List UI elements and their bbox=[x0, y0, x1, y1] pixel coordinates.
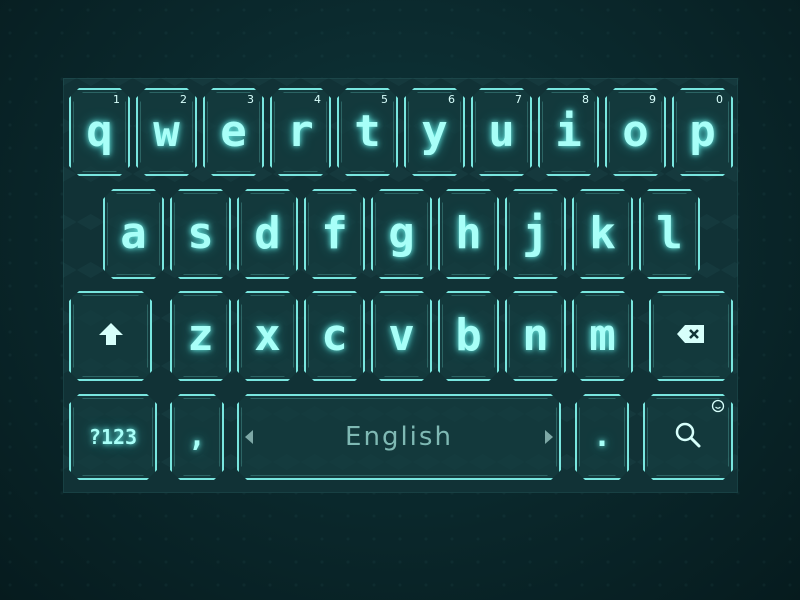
key-label: b bbox=[455, 310, 482, 361]
space-bar[interactable]: English bbox=[237, 394, 561, 480]
key-s[interactable]: s bbox=[170, 189, 231, 279]
key-j[interactable]: j bbox=[505, 189, 566, 279]
key-label: o bbox=[622, 106, 649, 157]
key-hint: 1 bbox=[113, 93, 120, 106]
key-label: e bbox=[220, 106, 247, 157]
key-label: s bbox=[187, 208, 214, 259]
key-label: a bbox=[120, 208, 147, 259]
key-i[interactable]: 8 i bbox=[538, 88, 599, 176]
key-label: m bbox=[589, 310, 616, 361]
cursor-right-icon bbox=[545, 430, 553, 444]
key-label: r bbox=[287, 106, 314, 157]
key-k[interactable]: k bbox=[572, 189, 633, 279]
search-key[interactable] bbox=[643, 394, 733, 480]
key-label: x bbox=[254, 310, 281, 361]
symbols-key[interactable]: ?123 bbox=[69, 394, 157, 480]
key-label: n bbox=[522, 310, 549, 361]
key-label: y bbox=[421, 106, 448, 157]
key-label: u bbox=[488, 106, 515, 157]
key-x[interactable]: x bbox=[237, 291, 298, 381]
key-p[interactable]: 0 p bbox=[672, 88, 733, 176]
shift-key[interactable] bbox=[69, 291, 152, 381]
key-r[interactable]: 4 r bbox=[270, 88, 331, 176]
comma-key[interactable]: , bbox=[170, 394, 224, 480]
key-label: i bbox=[555, 106, 582, 157]
key-label: f bbox=[321, 208, 348, 259]
key-label: h bbox=[455, 208, 482, 259]
space-label: English bbox=[345, 422, 453, 452]
key-f[interactable]: f bbox=[304, 189, 365, 279]
key-hint: 9 bbox=[649, 93, 656, 106]
key-label: w bbox=[153, 106, 180, 157]
key-label: q bbox=[86, 106, 113, 157]
comma-label: , bbox=[187, 419, 207, 454]
key-hint: 8 bbox=[582, 93, 589, 106]
key-hint: 2 bbox=[180, 93, 187, 106]
key-u[interactable]: 7 u bbox=[471, 88, 532, 176]
key-label: p bbox=[689, 106, 716, 157]
emoji-icon[interactable] bbox=[711, 398, 725, 417]
key-c[interactable]: c bbox=[304, 291, 365, 381]
keyboard: 1 q 2 w 3 e 4 r 5 t 6 y 7 u 8 i 9 o 0 p … bbox=[63, 78, 738, 493]
key-z[interactable]: z bbox=[170, 291, 231, 381]
backspace-key[interactable] bbox=[649, 291, 733, 381]
key-y[interactable]: 6 y bbox=[404, 88, 465, 176]
key-hint: 0 bbox=[716, 93, 723, 106]
period-label: . bbox=[592, 419, 612, 454]
cursor-left-icon bbox=[245, 430, 253, 444]
search-icon bbox=[674, 421, 702, 453]
key-hint: 7 bbox=[515, 93, 522, 106]
key-b[interactable]: b bbox=[438, 291, 499, 381]
key-label: j bbox=[522, 208, 549, 259]
key-label: d bbox=[254, 208, 281, 259]
key-e[interactable]: 3 e bbox=[203, 88, 264, 176]
key-label: z bbox=[187, 310, 214, 361]
key-h[interactable]: h bbox=[438, 189, 499, 279]
key-hint: 6 bbox=[448, 93, 455, 106]
key-label: t bbox=[354, 106, 381, 157]
key-label: l bbox=[656, 208, 683, 259]
key-o[interactable]: 9 o bbox=[605, 88, 666, 176]
key-hint: 5 bbox=[381, 93, 388, 106]
key-q[interactable]: 1 q bbox=[69, 88, 130, 176]
key-d[interactable]: d bbox=[237, 189, 298, 279]
key-l[interactable]: l bbox=[639, 189, 700, 279]
key-label: c bbox=[321, 310, 348, 361]
key-hint: 3 bbox=[247, 93, 254, 106]
key-t[interactable]: 5 t bbox=[337, 88, 398, 176]
key-v[interactable]: v bbox=[371, 291, 432, 381]
period-key[interactable]: . bbox=[575, 394, 629, 480]
key-a[interactable]: a bbox=[103, 189, 164, 279]
key-g[interactable]: g bbox=[371, 189, 432, 279]
key-label: k bbox=[589, 208, 616, 259]
symbols-label: ?123 bbox=[88, 425, 138, 449]
shift-arrow-icon bbox=[97, 321, 125, 351]
key-label: v bbox=[388, 310, 415, 361]
backspace-icon bbox=[676, 324, 706, 348]
key-n[interactable]: n bbox=[505, 291, 566, 381]
key-hint: 4 bbox=[314, 93, 321, 106]
key-label: g bbox=[388, 208, 415, 259]
key-m[interactable]: m bbox=[572, 291, 633, 381]
key-w[interactable]: 2 w bbox=[136, 88, 197, 176]
